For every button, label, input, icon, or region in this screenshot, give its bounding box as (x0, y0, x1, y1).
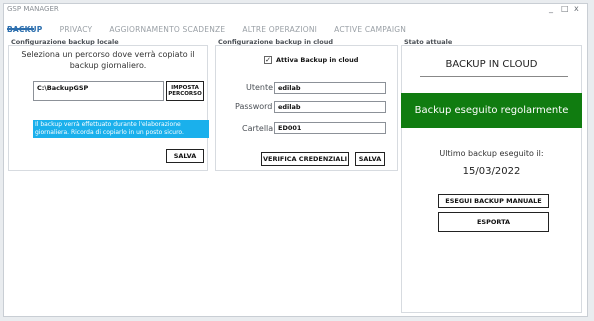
verify-credentials-button[interactable]: VERIFICA CREDENZIALI (261, 152, 349, 166)
app-window: GSP MANAGER _ □ x BACKUP PRIVACY AGGIORN… (3, 3, 588, 317)
mode-divider (420, 76, 568, 77)
backup-info-banner: Il backup verrà effettuato durante l'ela… (33, 120, 209, 138)
close-icon[interactable]: x (574, 5, 579, 13)
user-input[interactable]: edilab (274, 82, 386, 94)
tab-privacy[interactable]: PRIVACY (60, 25, 93, 34)
cloud-save-button[interactable]: SALVA (355, 152, 385, 166)
password-input[interactable]: edilab (274, 101, 386, 113)
cloud-backup-group: ✓ Attiva Backup in cloud Utente edilab P… (215, 45, 398, 171)
manual-backup-button[interactable]: ESEGUI BACKUP MANUALE (438, 194, 549, 208)
set-path-button[interactable]: IMPOSTA PERCORSO (166, 81, 204, 101)
maximize-icon[interactable]: □ (561, 5, 569, 13)
local-backup-group: Seleziona un percorso dove verrà copiato… (8, 45, 209, 171)
tab-altre-operazioni[interactable]: ALTRE OPERAZIONI (242, 25, 317, 34)
tab-aggiornamento-scadenze[interactable]: AGGIORNAMENTO SCADENZE (109, 25, 225, 34)
user-label: Utente (246, 83, 274, 92)
last-backup-date: 15/03/2022 (462, 166, 521, 177)
backup-path-input[interactable]: C:\BackupGSP (33, 81, 164, 101)
status-group: BACKUP IN CLOUD Backup eseguito regolarm… (401, 45, 582, 313)
folder-input[interactable]: ED001 (274, 122, 386, 134)
export-button[interactable]: ESPORTA (438, 212, 549, 232)
cloud-enable-label: Attiva Backup in cloud (276, 56, 359, 64)
password-label: Password (235, 102, 273, 111)
local-save-button[interactable]: SALVA (166, 149, 204, 163)
title-bar: GSP MANAGER _ □ x (4, 4, 587, 16)
backup-mode-label: BACKUP IN CLOUD (445, 59, 538, 70)
tab-bar: BACKUP PRIVACY AGGIORNAMENTO SCADENZE AL… (7, 17, 418, 34)
minimize-icon[interactable]: _ (549, 5, 553, 13)
folder-label: Cartella (242, 124, 274, 133)
tab-active-campaign[interactable]: ACTIVE CAMPAIGN (334, 25, 406, 34)
local-backup-instruction: Seleziona un percorso dove verrà copiato… (21, 50, 195, 70)
last-backup-label: Ultimo backup eseguito il: (439, 149, 544, 158)
backup-status-banner: Backup eseguito regolarmente (401, 93, 582, 128)
cloud-enable-checkbox[interactable]: ✓ (264, 56, 272, 64)
active-tab-underline (7, 28, 34, 30)
app-title: GSP MANAGER (7, 5, 59, 13)
